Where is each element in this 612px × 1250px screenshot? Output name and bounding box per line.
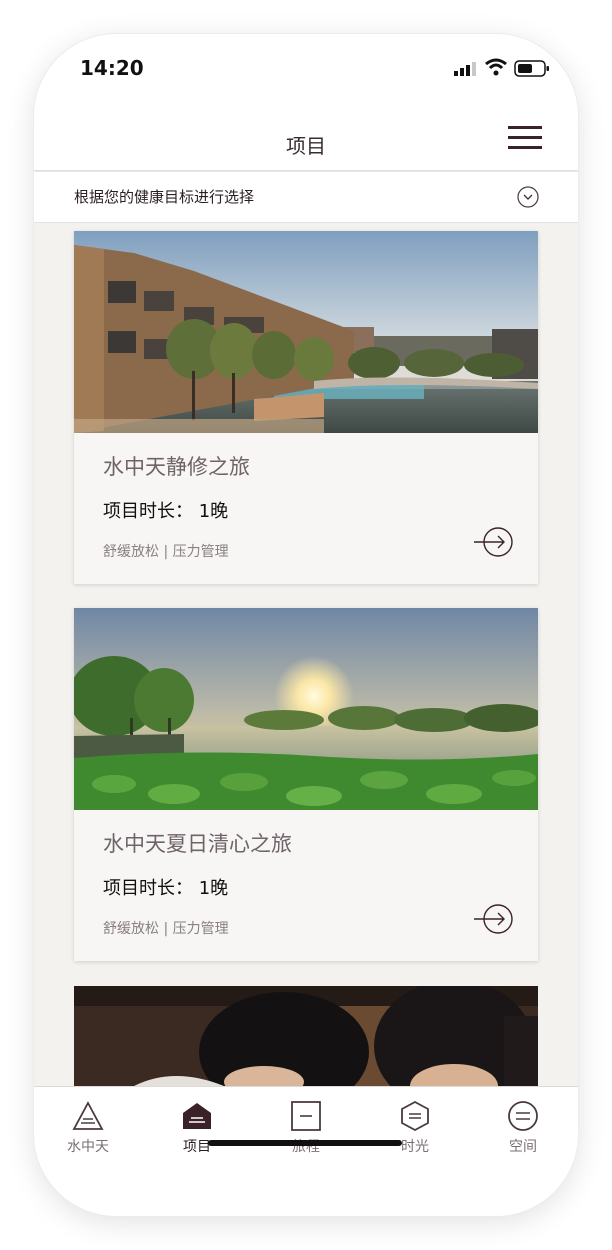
card-duration: 项目时长： 1晚 — [103, 501, 229, 522]
tab-label: 旅程 — [292, 1139, 320, 1155]
house-icon — [183, 1103, 211, 1129]
tab-label: 时光 — [401, 1139, 429, 1155]
circle-icon — [508, 1101, 538, 1131]
arrow-right-circle-icon[interactable] — [472, 525, 516, 559]
menu-button[interactable] — [508, 122, 544, 158]
program-card-partial[interactable] — [74, 986, 538, 1086]
triangle-icon — [72, 1101, 104, 1130]
bottom-tab-bar: 水中天 项目 旅程 时光 空间 — [34, 1086, 578, 1216]
wifi-icon — [485, 58, 507, 76]
battery-icon — [514, 60, 549, 77]
card-tags: 舒缓放松 | 压力管理 — [103, 921, 229, 937]
square-icon — [291, 1101, 321, 1131]
hamburger-icon-line — [508, 126, 542, 129]
chevron-down-icon[interactable] — [516, 185, 540, 209]
card-tags: 舒缓放松 | 压力管理 — [103, 544, 229, 560]
program-card[interactable]: 水中天静修之旅 项目时长： 1晚 舒缓放松 | 压力管理 — [74, 231, 538, 584]
tab-journey[interactable]: 旅程 — [261, 1101, 351, 1165]
hamburger-icon-line — [508, 146, 542, 149]
goal-filter-dropdown[interactable]: 根据您的健康目标进行选择 — [34, 172, 578, 223]
page-title: 项目 — [286, 134, 326, 158]
top-nav-bar: 项目 — [34, 118, 578, 171]
card-duration: 项目时长： 1晚 — [103, 878, 229, 899]
card-title: 水中天夏日清心之旅 — [103, 832, 292, 856]
tab-space[interactable]: 空间 — [478, 1101, 568, 1165]
phone-frame: 14:20 项目 根据您的健康目标进行选择 水中天静修之旅 项目时长： 1晚 舒… — [34, 34, 578, 1216]
signal-icon — [454, 62, 476, 76]
home-indicator[interactable] — [208, 1140, 402, 1146]
card-image-resort — [74, 231, 538, 433]
hamburger-icon-line — [508, 136, 542, 139]
filter-label: 根据您的健康目标进行选择 — [74, 188, 255, 206]
status-bar: 14:20 — [34, 34, 578, 118]
card-image-people — [74, 986, 538, 1086]
tab-label: 空间 — [509, 1139, 537, 1155]
status-time: 14:20 — [80, 56, 144, 80]
tab-shuizhongtian[interactable]: 水中天 — [43, 1101, 133, 1165]
card-title: 水中天静修之旅 — [103, 455, 250, 479]
card-image-lake-sunset — [74, 608, 538, 810]
tab-moments[interactable]: 时光 — [370, 1101, 460, 1165]
hexagon-icon — [401, 1101, 429, 1131]
arrow-right-circle-icon[interactable] — [472, 902, 516, 936]
tab-label: 项目 — [183, 1139, 211, 1155]
program-card[interactable]: 水中天夏日清心之旅 项目时长： 1晚 舒缓放松 | 压力管理 — [74, 608, 538, 961]
tab-label: 水中天 — [67, 1139, 109, 1155]
tab-projects[interactable]: 项目 — [152, 1101, 242, 1165]
